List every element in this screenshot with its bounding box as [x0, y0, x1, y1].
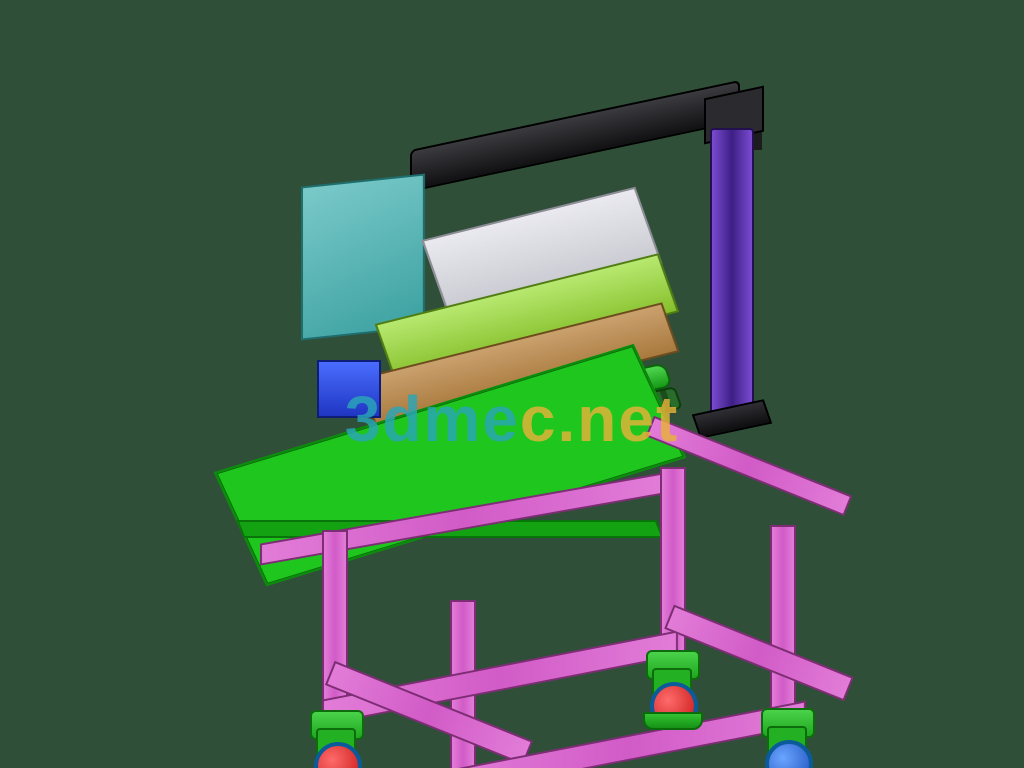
render-stage: 3dmec.net [0, 0, 1024, 768]
actuator-block [317, 360, 381, 418]
isometric-scene [210, 60, 810, 720]
gantry-base-plate [692, 399, 772, 439]
caster-front-right [640, 650, 702, 722]
caster-foot [643, 712, 703, 730]
gantry-vertical-column [710, 128, 754, 418]
caster-front-left [304, 710, 366, 768]
caster-back-right [755, 708, 817, 768]
gantry-horizontal-arm [410, 80, 740, 192]
